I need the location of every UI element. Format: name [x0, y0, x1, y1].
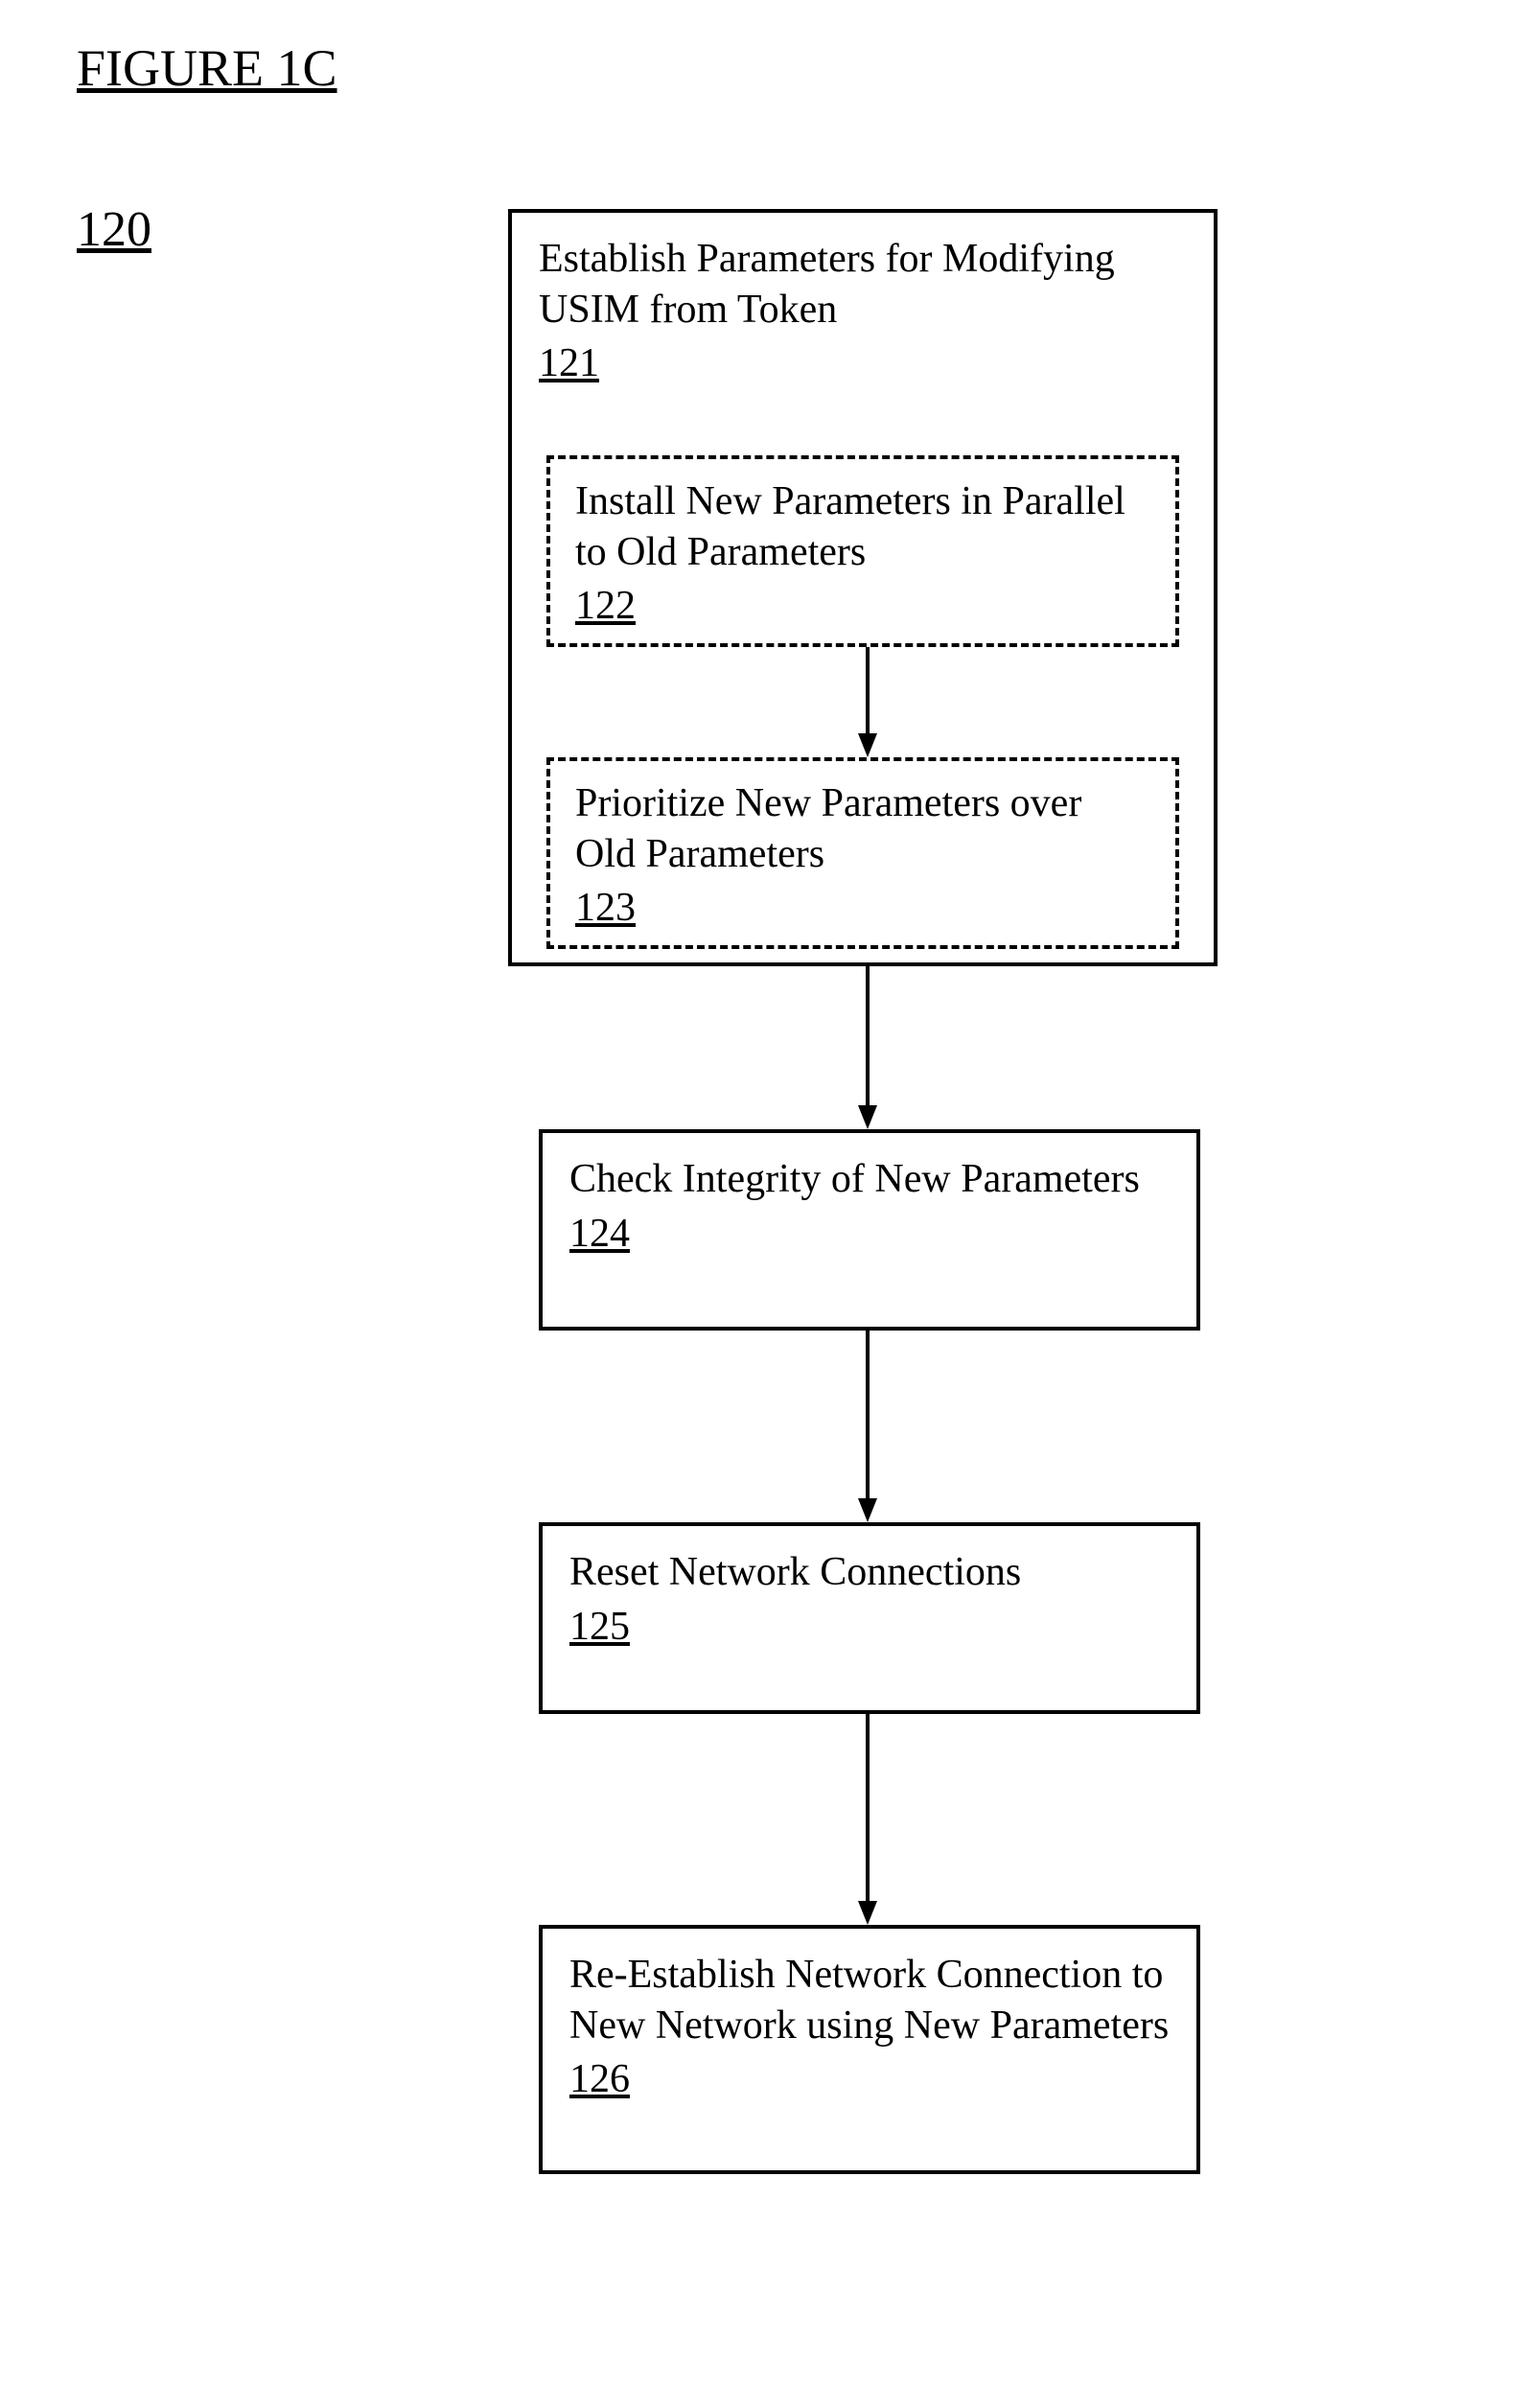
step-125: Reset Network Connections 125	[539, 1522, 1200, 1714]
arrow-124-to-125	[858, 1331, 877, 1522]
step-124: Check Integrity of New Parameters 124	[539, 1129, 1200, 1331]
step-126-label: Re-Establish Network Connection to New N…	[569, 1950, 1170, 2050]
step-123-label: Prioritize New Parameters over Old Param…	[575, 778, 1150, 879]
step-122-num: 122	[575, 583, 636, 629]
step-124-label: Check Integrity of New Parameters	[569, 1154, 1170, 1205]
arrow-121-to-124	[858, 966, 877, 1129]
step-123-num: 123	[575, 885, 636, 931]
arrow-125-to-126	[858, 1714, 877, 1925]
step-121-num: 121	[539, 340, 599, 386]
step-125-label: Reset Network Connections	[569, 1547, 1170, 1598]
page: FIGURE 1C 120 Establish Parameters for M…	[0, 0, 1531, 2408]
figure-title: FIGURE 1C	[77, 38, 337, 98]
step-121-label: Establish Parameters for Modifying USIM …	[539, 234, 1187, 335]
step-122: Install New Parameters in Parallel to Ol…	[546, 455, 1179, 647]
step-124-num: 124	[569, 1211, 630, 1257]
step-123: Prioritize New Parameters over Old Param…	[546, 757, 1179, 949]
step-126-num: 126	[569, 2056, 630, 2102]
step-122-label: Install New Parameters in Parallel to Ol…	[575, 476, 1150, 577]
arrow-122-to-123	[858, 647, 877, 757]
figure-ref: 120	[77, 201, 151, 258]
step-126: Re-Establish Network Connection to New N…	[539, 1925, 1200, 2174]
step-125-num: 125	[569, 1604, 630, 1650]
